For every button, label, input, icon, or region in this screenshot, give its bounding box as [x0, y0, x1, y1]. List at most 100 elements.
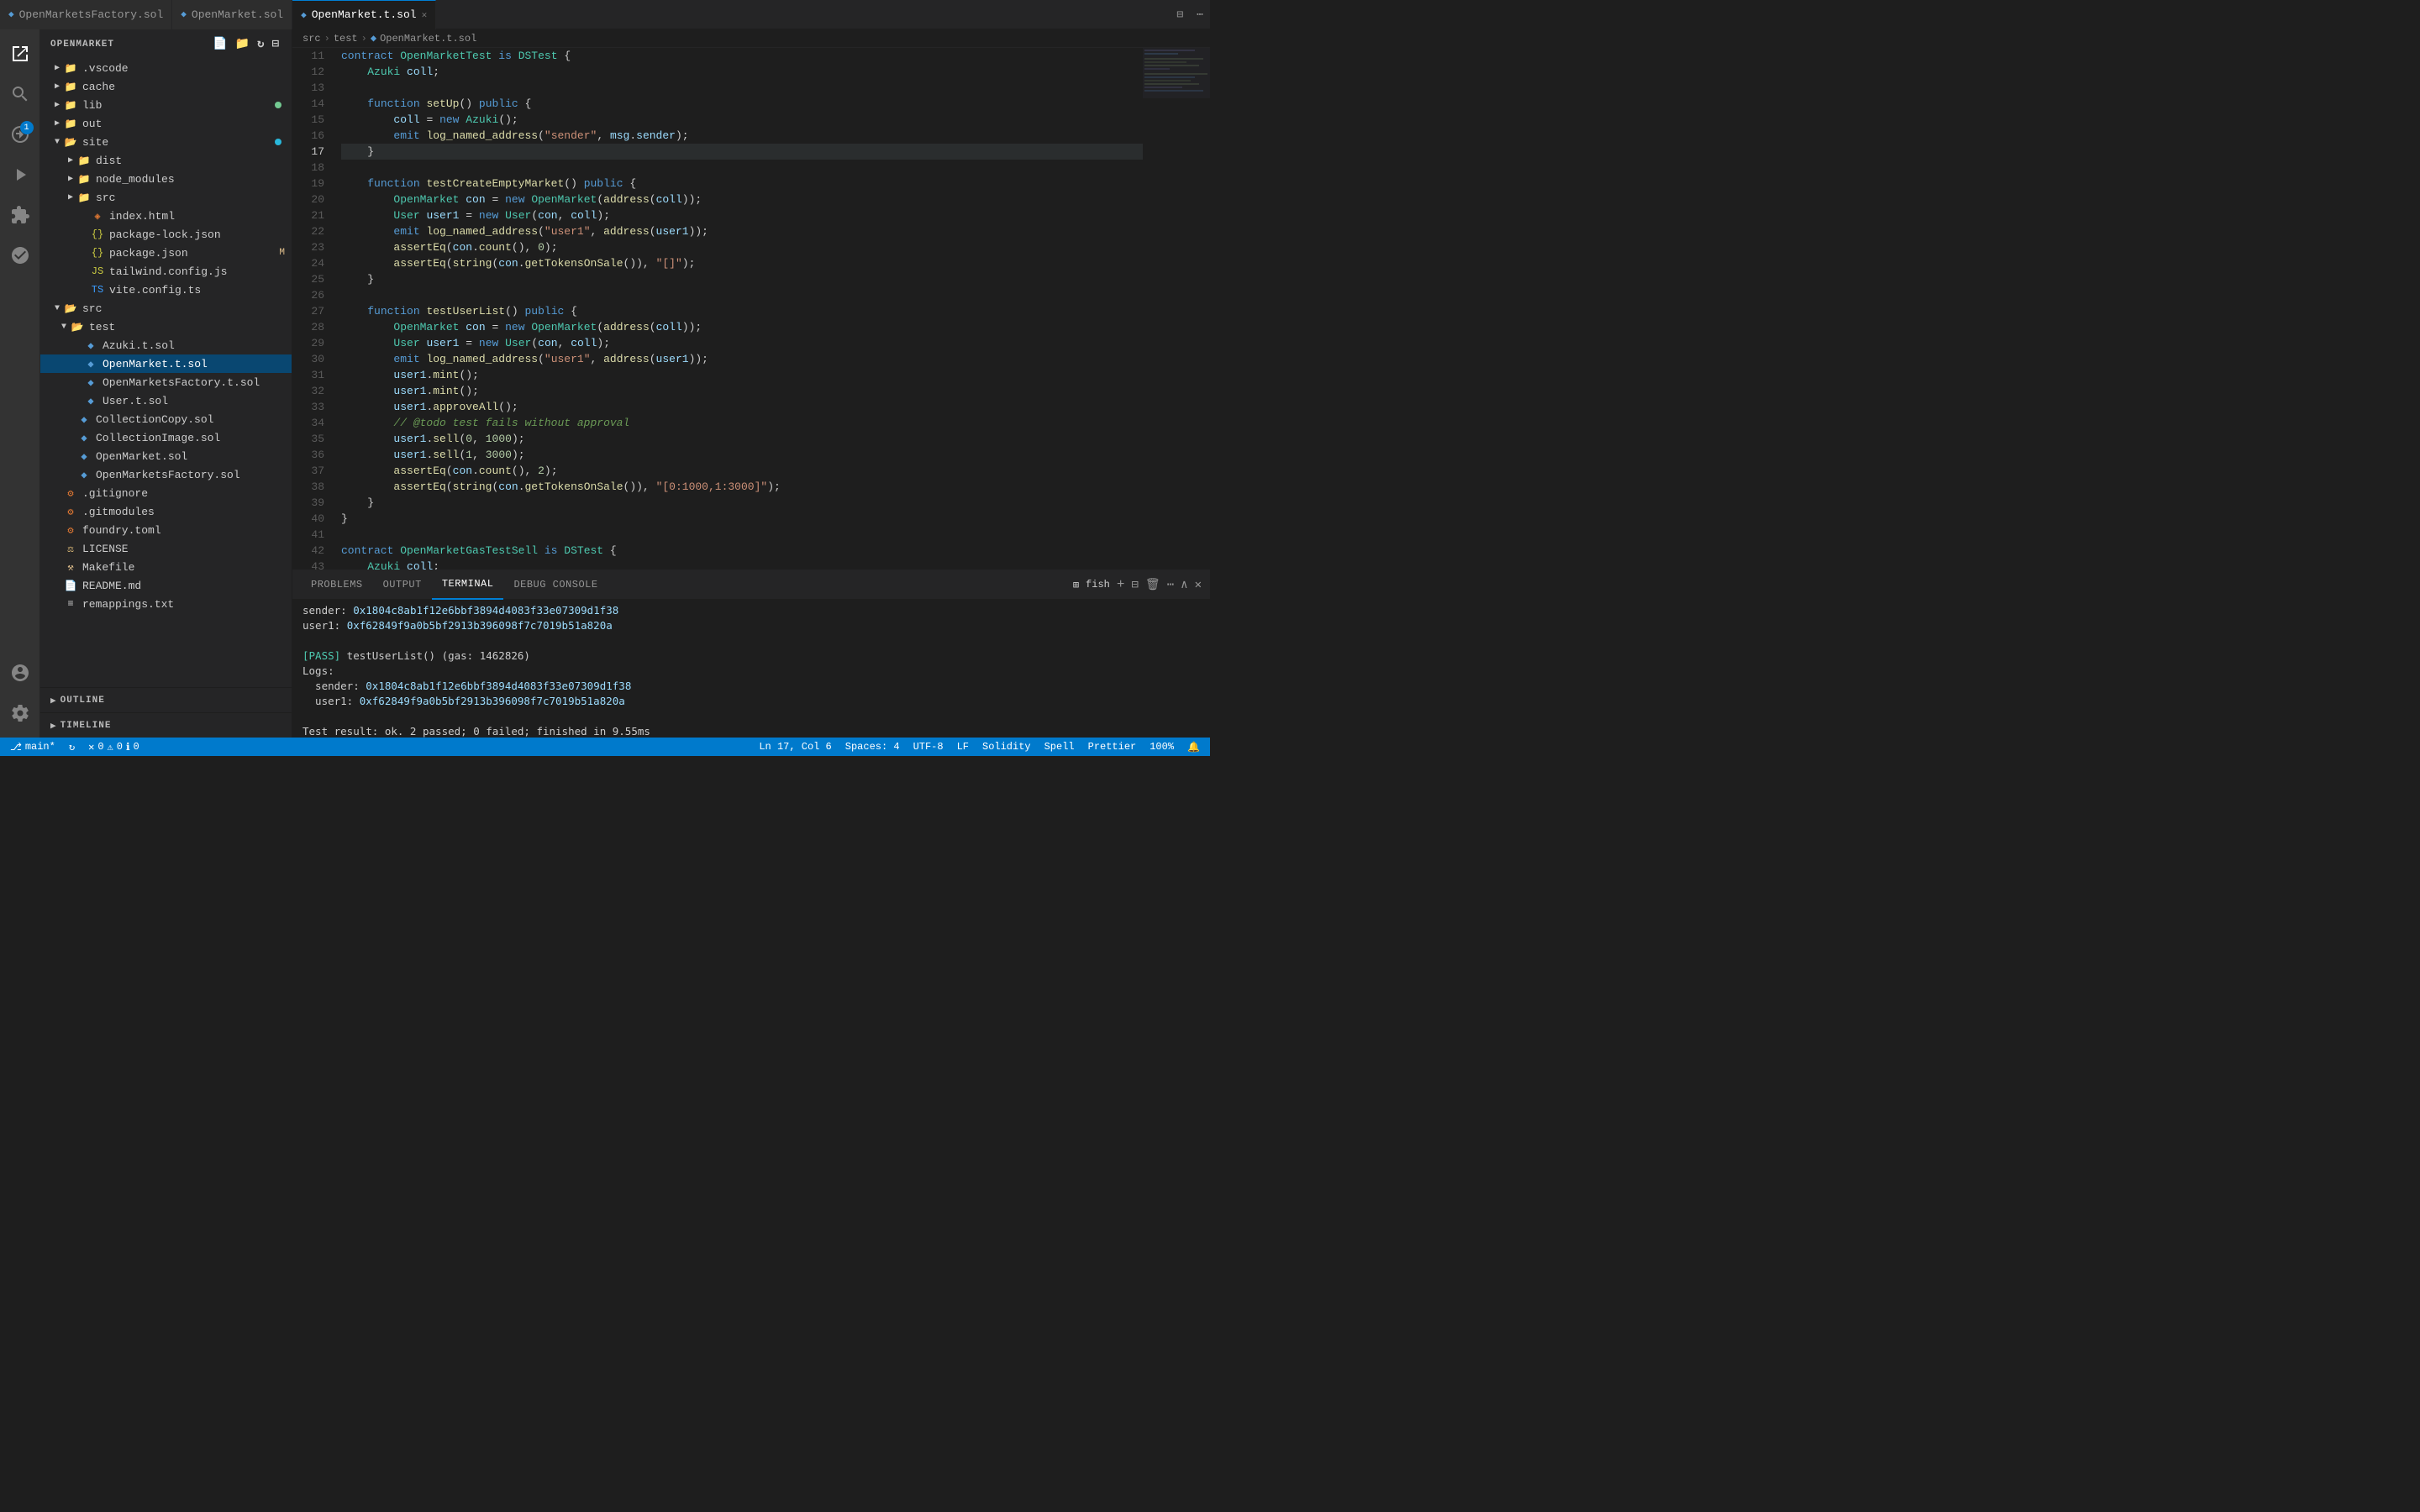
label-makefile: Makefile: [82, 561, 285, 574]
sol-file-icon-omf: ◆: [77, 468, 91, 481]
tree-item-azuki-t[interactable]: ◆ Azuki.t.sol: [40, 336, 292, 354]
terminal-more-icon[interactable]: ⋯: [1167, 578, 1174, 592]
status-prettier[interactable]: Prettier: [1085, 741, 1140, 753]
label-out: out: [82, 118, 285, 130]
tree-item-tailwind[interactable]: JS tailwind.config.js: [40, 262, 292, 281]
tree-item-cache[interactable]: ▶ 📁 cache: [40, 77, 292, 96]
sidebar-title: OPENMARKET: [50, 39, 114, 50]
panel-tab-output[interactable]: OUTPUT: [373, 570, 432, 600]
status-branch[interactable]: ⎇ main*: [7, 741, 59, 753]
panel-tab-debug[interactable]: DEBUG CONSOLE: [503, 570, 608, 600]
terminal-split-icon[interactable]: ⊟: [1131, 578, 1138, 592]
tree-item-foundry[interactable]: ⚙ foundry.toml: [40, 521, 292, 539]
activity-remote[interactable]: [0, 235, 40, 276]
label-openmarket-t: OpenMarket.t.sol: [103, 358, 285, 370]
terminal-close-icon[interactable]: ✕: [1195, 578, 1202, 592]
tab-openmarketsfactory[interactable]: ◆ OpenMarketsFactory.sol: [0, 0, 172, 29]
label-package-lock: package-lock.json: [109, 228, 285, 241]
arrow-spacer9: [71, 391, 84, 410]
label-readme: README.md: [82, 580, 285, 592]
tree-item-vscode[interactable]: ▶ 📁 .vscode: [40, 59, 292, 77]
new-file-icon[interactable]: 📄: [211, 35, 229, 53]
activity-settings[interactable]: [0, 693, 40, 733]
tree-item-test[interactable]: ▼ 📂 test: [40, 318, 292, 336]
editor-layout-icon[interactable]: ⊟: [1170, 8, 1190, 21]
terminal-add-icon[interactable]: +: [1117, 577, 1125, 592]
label-cache: cache: [82, 81, 285, 93]
new-folder-icon[interactable]: 📁: [234, 35, 252, 53]
problems-label: PROBLEMS: [311, 579, 363, 591]
status-language[interactable]: Solidity: [979, 741, 1034, 753]
tree-item-site[interactable]: ▼ 📂 site: [40, 133, 292, 151]
activity-extensions[interactable]: [0, 195, 40, 235]
panel-tab-problems[interactable]: PROBLEMS: [301, 570, 373, 600]
status-encoding[interactable]: UTF-8: [910, 741, 947, 753]
terminal-line-blank1: [302, 633, 1200, 648]
arrow-spacer3: [77, 244, 91, 262]
tree-item-index-html[interactable]: ◈ index.html: [40, 207, 292, 225]
breadcrumb-file[interactable]: OpenMarket.t.sol: [380, 33, 476, 45]
outline-section[interactable]: ▶ OUTLINE: [40, 687, 292, 712]
arrow-spacer14: [50, 484, 64, 502]
status-sync[interactable]: ↻: [66, 741, 78, 753]
tree-item-src[interactable]: ▼ 📂 src: [40, 299, 292, 318]
panel-content[interactable]: sender: 0x1804c8ab1f12e6bbf3894d4083f33e…: [292, 600, 1210, 738]
tree-item-remappings[interactable]: ≡ remappings.txt: [40, 595, 292, 613]
sol-file-icon-omf-t: ◆: [84, 375, 97, 389]
status-left: ⎇ main* ↻ ✕ 0 ⚠ 0 ℹ 0: [7, 741, 143, 753]
arrow-icon-src-site: ▶: [64, 188, 77, 207]
terminal-up-icon[interactable]: ∧: [1181, 578, 1187, 592]
arrow-spacer10: [64, 410, 77, 428]
tree-item-readme[interactable]: 📄 README.md: [40, 576, 292, 595]
tree-item-collectioncopy[interactable]: ◆ CollectionCopy.sol: [40, 410, 292, 428]
tree-item-dist[interactable]: ▶ 📁 dist: [40, 151, 292, 170]
tab-openmarket-t[interactable]: ◆ OpenMarket.t.sol ✕: [292, 0, 436, 29]
editor-more-icon[interactable]: ⋯: [1190, 8, 1210, 21]
tree-item-omf-sol[interactable]: ◆ OpenMarketsFactory.sol: [40, 465, 292, 484]
site-dot: [275, 139, 281, 145]
terminal-kill-icon[interactable]: 🗑: [1145, 578, 1160, 592]
status-errors[interactable]: ✕ 0 ⚠ 0 ℹ 0: [85, 741, 143, 753]
tree-item-src-site[interactable]: ▶ 📁 src: [40, 188, 292, 207]
activity-search[interactable]: [0, 74, 40, 114]
refresh-icon[interactable]: ↻: [255, 35, 266, 53]
tree-item-out[interactable]: ▶ 📁 out: [40, 114, 292, 133]
status-spell[interactable]: Spell: [1041, 741, 1078, 753]
sol-file-icon-user-t: ◆: [84, 394, 97, 407]
tab-close-icon[interactable]: ✕: [422, 9, 428, 21]
breadcrumb-src[interactable]: src: [302, 33, 321, 45]
status-position[interactable]: Ln 17, Col 6: [755, 741, 834, 753]
terminal-line-2: user1: 0xf62849f9a0b5bf2913b396098f7c701…: [302, 618, 1200, 633]
tree-item-package-lock[interactable]: {} package-lock.json: [40, 225, 292, 244]
tree-item-node-modules[interactable]: ▶ 📁 node_modules: [40, 170, 292, 188]
terminal-name: fish: [1086, 579, 1110, 591]
tree-item-openmarket-sol[interactable]: ◆ OpenMarket.sol: [40, 447, 292, 465]
tree-item-vite[interactable]: TS vite.config.ts: [40, 281, 292, 299]
status-spaces[interactable]: Spaces: 4: [842, 741, 903, 753]
tree-item-lib[interactable]: ▶ 📁 lib: [40, 96, 292, 114]
tree-item-user-t[interactable]: ◆ User.t.sol: [40, 391, 292, 410]
activity-accounts[interactable]: [0, 653, 40, 693]
tree-item-gitmodules[interactable]: ⚙ .gitmodules: [40, 502, 292, 521]
activity-explorer[interactable]: [0, 34, 40, 74]
activity-source-control[interactable]: 1: [0, 114, 40, 155]
collapse-icon[interactable]: ⊟: [271, 35, 281, 53]
tree-item-package-json[interactable]: {} package.json M: [40, 244, 292, 262]
tree-item-openmarket-t[interactable]: ◆ OpenMarket.t.sol: [40, 354, 292, 373]
status-bell[interactable]: 🔔: [1184, 741, 1203, 753]
activity-run[interactable]: [0, 155, 40, 195]
warning-icon: ⚠: [108, 741, 113, 753]
breadcrumb-test[interactable]: test: [334, 33, 358, 45]
timeline-section[interactable]: ▶ TIMELINE: [40, 712, 292, 738]
status-zoom[interactable]: 100%: [1146, 741, 1177, 753]
tree-item-collectionimage[interactable]: ◆ CollectionImage.sol: [40, 428, 292, 447]
label-tailwind: tailwind.config.js: [109, 265, 285, 278]
status-line-ending[interactable]: LF: [954, 741, 972, 753]
tree-item-openmarketsfactory-t[interactable]: ◆ OpenMarketsFactory.t.sol: [40, 373, 292, 391]
tree-item-license[interactable]: ⚖ LICENSE: [40, 539, 292, 558]
code-area[interactable]: contract OpenMarketTest is DSTest { Azuk…: [334, 48, 1143, 570]
panel-tab-terminal[interactable]: TERMINAL: [432, 570, 504, 600]
tree-item-makefile[interactable]: ⚒ Makefile: [40, 558, 292, 576]
tab-openmarket[interactable]: ◆ OpenMarket.sol: [172, 0, 292, 29]
tree-item-gitignore[interactable]: ⚙ .gitignore: [40, 484, 292, 502]
